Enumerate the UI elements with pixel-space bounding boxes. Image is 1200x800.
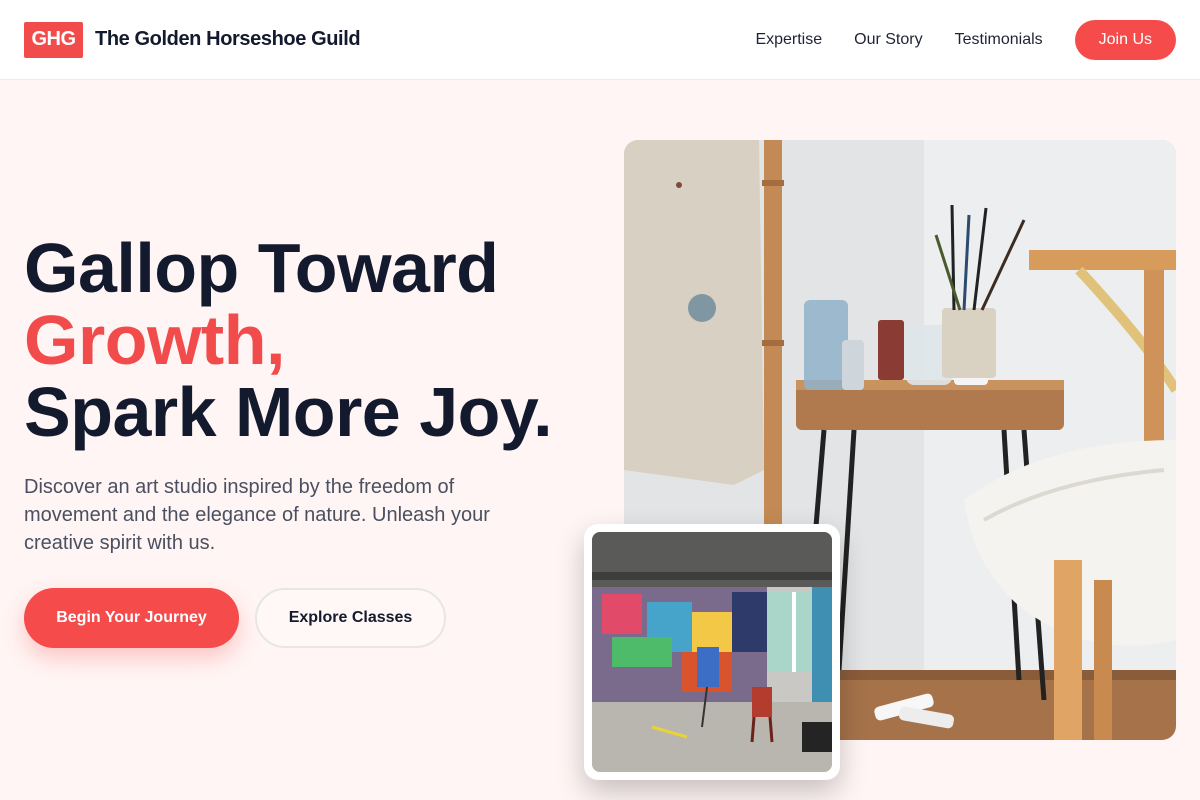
inset-image-card — [584, 524, 840, 780]
explore-classes-button[interactable]: Explore Classes — [255, 588, 446, 648]
begin-journey-button[interactable]: Begin Your Journey — [24, 588, 239, 648]
hero-title-accent: Growth, — [24, 301, 285, 379]
brand[interactable]: GHG The Golden Horseshoe Guild — [24, 21, 361, 58]
hero-title-line3: Spark More Joy. — [24, 373, 553, 451]
brand-name[interactable]: The Golden Horseshoe Guild — [95, 28, 361, 51]
nav-link-expertise[interactable]: Expertise — [755, 31, 822, 49]
hero-title-line1: Gallop Toward — [24, 229, 499, 307]
graffiti-studio-image — [592, 532, 832, 772]
nav-links: Expertise Our Story Testimonials Join Us — [755, 19, 1176, 60]
nav-link-testimonials[interactable]: Testimonials — [955, 31, 1043, 49]
hero-description: Discover an art studio inspired by the f… — [24, 476, 490, 554]
nav-link-our-story[interactable]: Our Story — [854, 31, 922, 49]
hero-title: Gallop Toward Growth, Spark More Joy. — [24, 229, 553, 451]
logo[interactable]: GHG — [24, 21, 83, 58]
navbar: GHG The Golden Horseshoe Guild Expertise… — [0, 0, 1200, 80]
graffiti-photo — [592, 532, 832, 772]
join-us-button[interactable]: Join Us — [1074, 19, 1176, 60]
